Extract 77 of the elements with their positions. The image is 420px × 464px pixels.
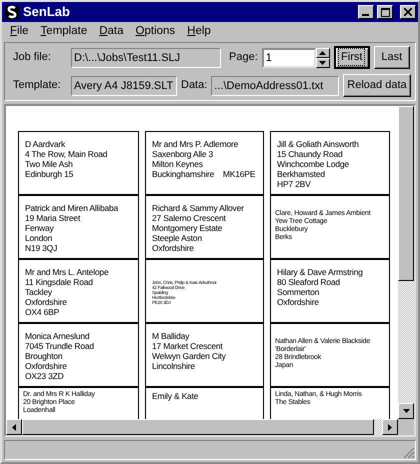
address-line: London — [25, 233, 54, 243]
vertical-scrollbar[interactable] — [398, 106, 414, 419]
field-label: Template: — [13, 78, 62, 94]
down-arrow-icon — [319, 60, 326, 64]
address-line: Saxenborg Alle 3 — [152, 149, 214, 159]
minimize-button[interactable] — [358, 5, 374, 19]
scroll-down-button[interactable] — [398, 403, 414, 419]
address-line: Winchcombe Lodge — [277, 159, 350, 169]
reload-data-button[interactable]: Reload data — [343, 74, 411, 97]
data-field[interactable]: ...\DemoAddress01.txt — [211, 76, 340, 96]
address-line: Oxfordshire — [25, 297, 68, 307]
address-line: Fenway — [25, 223, 55, 233]
address-line: Two Mile Ash — [25, 159, 74, 169]
menu-item[interactable]: Options — [130, 22, 182, 40]
page-button[interactable]: First — [334, 46, 370, 69]
address-line: 15 Chaundy Road — [277, 149, 344, 159]
down-arrow-icon — [402, 409, 410, 413]
address-line: M Balliday — [152, 331, 190, 341]
address-line: 7045 Trundle Road — [25, 341, 95, 351]
address-line: Mr and Mrs P. Adlemore — [152, 139, 240, 149]
address-line: Monica Arneslund — [25, 331, 90, 341]
left-arrow-icon — [12, 424, 16, 430]
address-line: 17 Market Crescent — [152, 341, 224, 351]
menu-item[interactable]: Data — [93, 22, 130, 40]
address-line: Hilary & Dave Armstring — [277, 267, 364, 277]
address-line: Oxfordshire — [25, 361, 68, 371]
address-line: OX23 3ZD — [25, 371, 65, 381]
address-line: Lincolnshire — [152, 361, 196, 371]
address-line: Sommerton — [277, 287, 320, 297]
address-line: 19 Maria Street — [25, 213, 82, 223]
address-line: Buckinghamshire MK16PE — [152, 169, 256, 179]
address-line: Tackley — [25, 287, 53, 297]
job-file-field[interactable]: D:\...\Jobs\Test11.SLJ — [71, 48, 221, 68]
page-button[interactable]: Last — [374, 46, 410, 69]
spin-up-button[interactable] — [316, 48, 330, 58]
address-line: Mr and Mrs L. Antelope — [25, 267, 110, 277]
address-line: Oxfordshire — [152, 243, 195, 253]
address-line: OX4 6BP — [25, 307, 60, 317]
window-title: SenLab — [23, 3, 71, 22]
address-line: 27 Salerno Crescent — [152, 213, 227, 223]
address-line: 4 The Row, Main Road — [25, 149, 108, 159]
address-line: Broughton — [25, 351, 64, 361]
right-arrow-icon — [388, 424, 392, 430]
address-line: Berkhamsted — [277, 169, 326, 179]
address-line: HP7 2BV — [277, 179, 312, 189]
maximize-icon — [380, 8, 390, 16]
address-line: Edinburgh 15 — [25, 169, 74, 179]
address-line: Emily & Kate — [152, 391, 200, 401]
up-arrow-icon — [319, 50, 326, 54]
address-line: 80 Sleaford Road — [277, 277, 341, 287]
address-line: Milton Keynes — [152, 159, 204, 169]
address-line: Richard & Sammy Allover — [152, 203, 245, 213]
size-grip-icon[interactable] — [403, 447, 415, 459]
address-line: Patrick and Miren Allibaba — [25, 203, 120, 213]
address-line: N19 3QJ — [25, 243, 58, 253]
close-button[interactable] — [400, 5, 416, 19]
page-field[interactable]: 1 — [262, 48, 316, 68]
scroll-thumb[interactable] — [398, 106, 414, 281]
scroll-right-button[interactable] — [382, 419, 398, 435]
address-line: Montgomery Estate — [152, 223, 224, 233]
menu-item[interactable]: Template — [34, 22, 94, 40]
address-line: 11 Kingsdale Road — [25, 277, 94, 287]
close-icon — [404, 8, 412, 16]
address-line: Oxfordshire — [277, 297, 320, 307]
field-label: Job file: — [13, 50, 52, 66]
menu-item[interactable]: Help — [181, 22, 217, 40]
address-line: Welwyn Garden City — [152, 351, 227, 361]
app-logo-icon — [4, 4, 20, 20]
field-label: Page: — [229, 50, 258, 66]
field-label: Data: — [181, 78, 208, 94]
maximize-button[interactable] — [377, 5, 393, 19]
menu-item[interactable]: File — [4, 22, 35, 40]
scroll-left-button[interactable] — [6, 419, 22, 435]
address-line: D Aardvark — [25, 139, 66, 149]
template-field[interactable]: Avery A4 J8159.SLT — [71, 76, 177, 96]
address-line: Steeple Aston — [152, 233, 203, 243]
address-line: Jill & Goliath Ainsworth — [277, 139, 360, 149]
